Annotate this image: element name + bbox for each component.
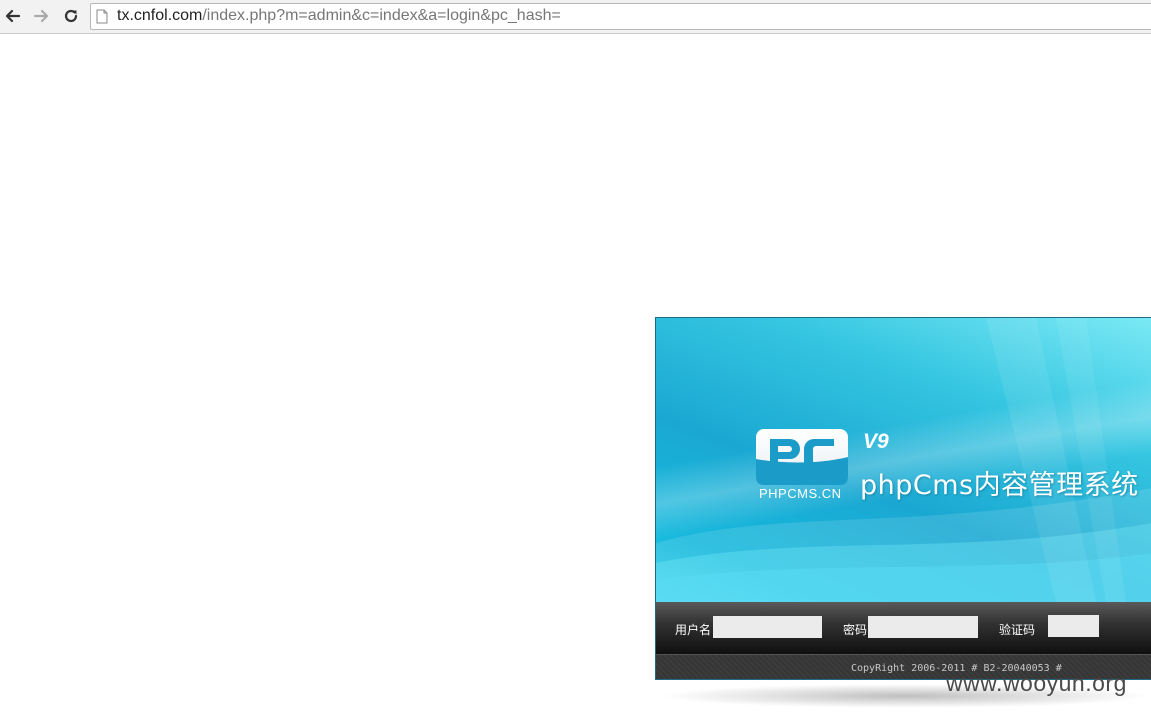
url-text: tx.cnfol.com/index.php?m=admin&c=index&a…	[117, 7, 561, 25]
phpcms-logo	[756, 429, 848, 485]
reload-button[interactable]	[60, 5, 82, 27]
system-title: phpCms内容管理系统	[860, 470, 1139, 501]
password-input[interactable]	[868, 616, 978, 638]
watermark: www.wooyun.org	[946, 670, 1127, 696]
back-button[interactable]	[2, 5, 24, 27]
address-bar[interactable]: tx.cnfol.com/index.php?m=admin&c=index&a…	[90, 3, 1151, 30]
back-arrow-icon	[5, 9, 21, 23]
login-banner: PHPCMS.CN V9 phpCms内容管理系统	[656, 318, 1151, 602]
browser-toolbar: tx.cnfol.com/index.php?m=admin&c=index&a…	[0, 0, 1151, 34]
login-panel: PHPCMS.CN V9 phpCms内容管理系统 用户名 密码 验证码 Cop…	[655, 317, 1151, 680]
captcha-input[interactable]	[1048, 615, 1099, 637]
captcha-label: 验证码	[999, 623, 1036, 637]
page-icon	[96, 9, 108, 24]
logo-caption: PHPCMS.CN	[759, 486, 842, 501]
forward-arrow-icon	[33, 9, 49, 23]
username-label: 用户名	[675, 623, 712, 637]
url-host: tx.cnfol.com	[117, 7, 203, 24]
password-label: 密码	[843, 623, 868, 637]
forward-button[interactable]	[30, 5, 52, 27]
reload-icon	[64, 9, 78, 23]
version-label: V9	[863, 430, 889, 453]
username-input[interactable]	[713, 616, 822, 638]
banner-waves	[656, 318, 1151, 602]
url-path: /index.php?m=admin&c=index&a=login&pc_ha…	[202, 7, 561, 24]
pc-logo-icon	[756, 439, 848, 485]
login-form: 用户名 密码 验证码	[656, 602, 1151, 654]
